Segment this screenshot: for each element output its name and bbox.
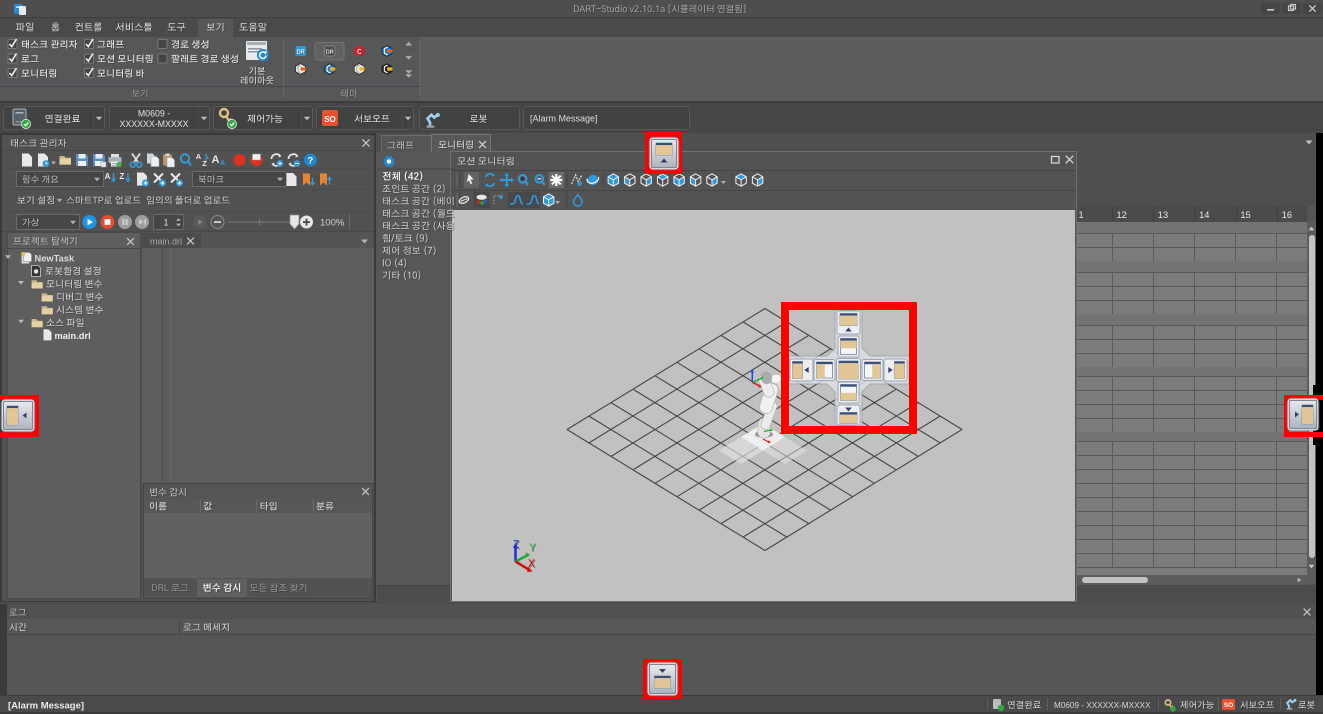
svg-text:M0609 - XXXXXX-MXXXX: M0609 - XXXXXX-MXXXX [1054,701,1151,710]
svg-text:SO: SO [324,115,336,124]
svg-text:A: A [212,154,220,166]
svg-text:100%: 100% [320,218,345,229]
svg-text:1: 1 [163,218,168,228]
svg-text:A: A [196,152,202,161]
svg-text:14: 14 [1199,210,1209,220]
svg-text:SO: SO [1224,702,1233,709]
svg-text:XXXXXX-MXXXX: XXXXXX-MXXXX [120,119,189,129]
svg-text:main.drl: main.drl [150,237,182,247]
svg-text:main.drl: main.drl [55,331,91,341]
svg-text:13: 13 [1158,210,1168,220]
svg-text:Z: Z [120,172,125,181]
svg-text:[Alarm Message]: [Alarm Message] [8,701,84,712]
svg-text:15: 15 [1240,210,1250,220]
svg-text:1: 1 [1079,210,1084,220]
svg-text:A: A [105,172,111,181]
svg-text:M0609 -: M0609 - [138,109,170,119]
svg-text:A: A [220,160,225,167]
svg-text:12: 12 [1117,210,1127,220]
svg-text:?: ? [307,155,313,166]
svg-text:16: 16 [1282,210,1292,220]
svg-text:[Alarm Message]: [Alarm Message] [530,114,598,124]
svg-text:NewTask: NewTask [35,254,75,264]
